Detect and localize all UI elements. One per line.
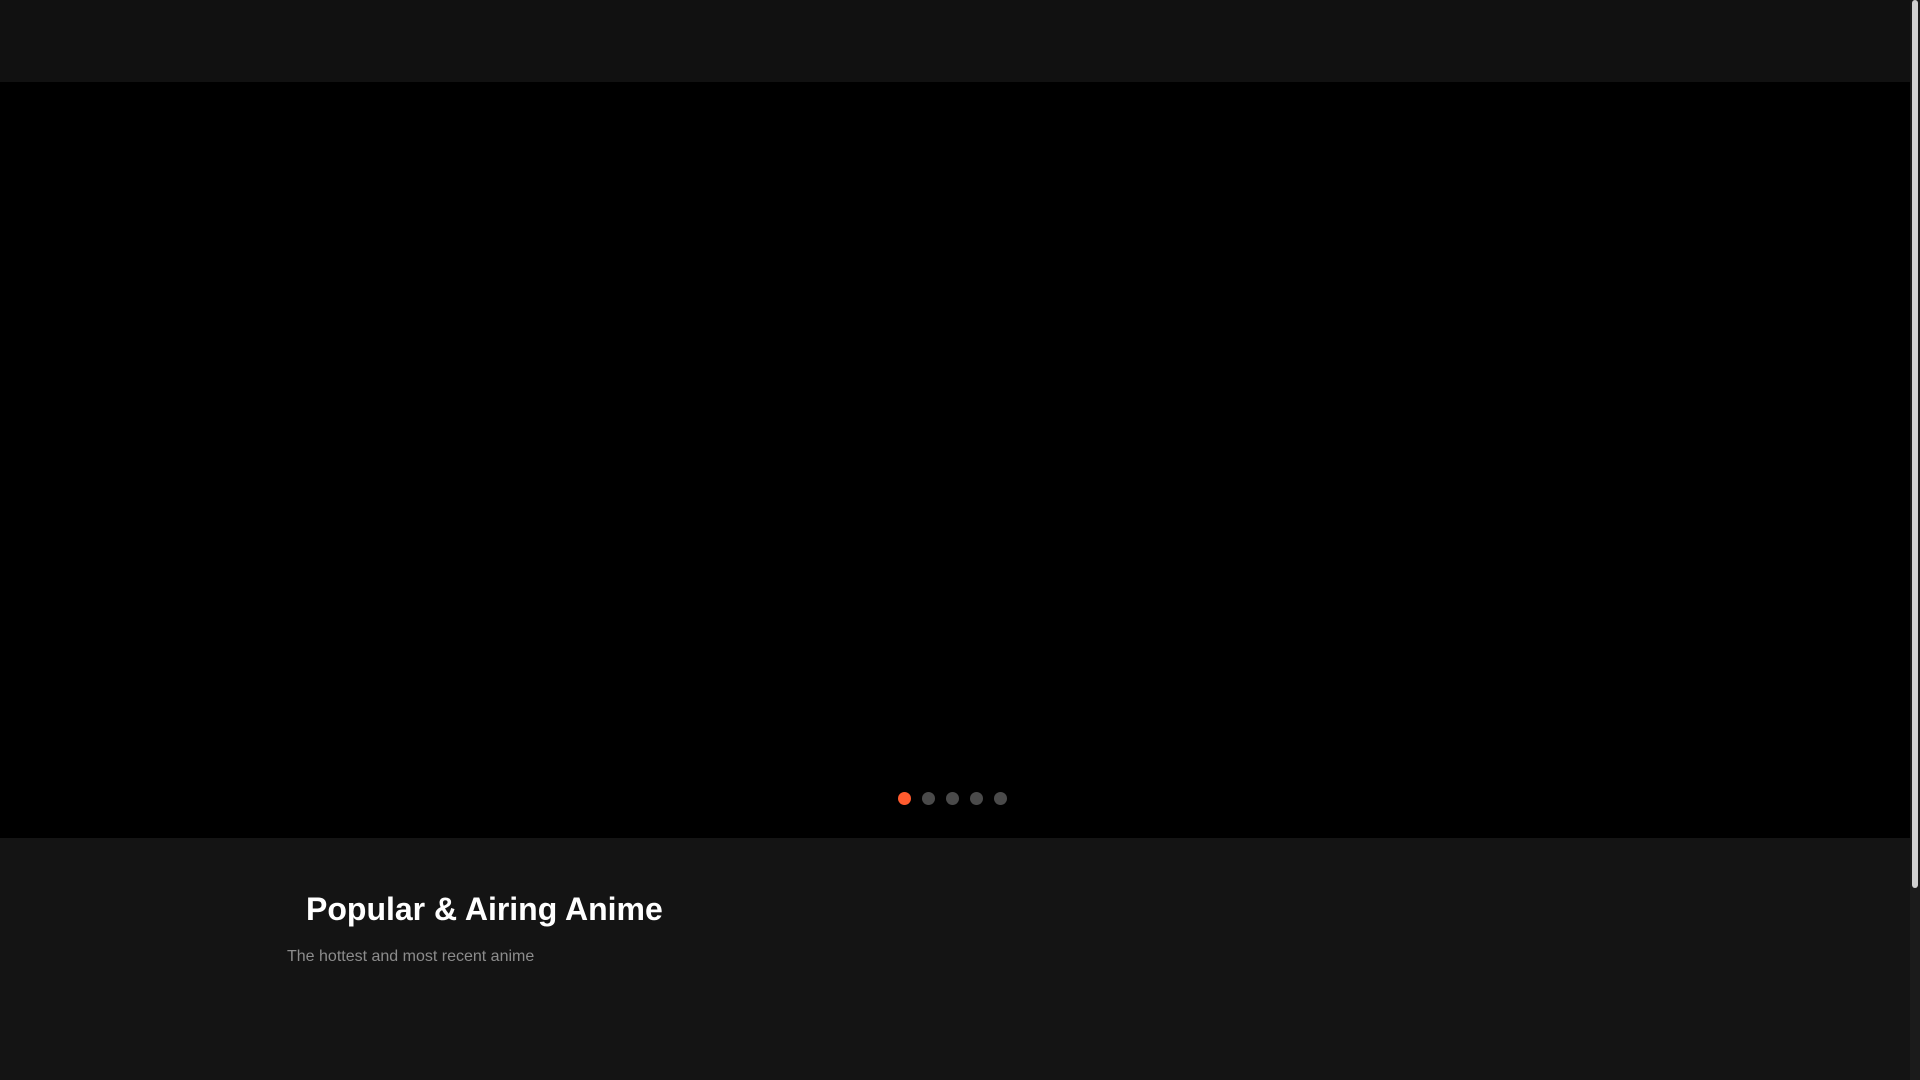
section-title: Popular & Airing Anime bbox=[306, 891, 663, 927]
top-navigation-bar bbox=[0, 0, 1910, 82]
carousel-pagination bbox=[898, 792, 1007, 805]
popular-airing-section: Popular & Airing Anime The hottest and m… bbox=[0, 838, 1910, 1080]
carousel-dot-5[interactable] bbox=[994, 792, 1007, 805]
page: Popular & Airing Anime The hottest and m… bbox=[0, 0, 1920, 1080]
page-scrollbar-thumb[interactable] bbox=[1912, 0, 1918, 888]
carousel-dot-2[interactable] bbox=[922, 792, 935, 805]
section-subtitle: The hottest and most recent anime bbox=[287, 948, 535, 965]
carousel-dot-4[interactable] bbox=[970, 792, 983, 805]
carousel-dot-3[interactable] bbox=[946, 792, 959, 805]
hero-carousel[interactable] bbox=[0, 82, 1910, 838]
carousel-dot-1[interactable] bbox=[898, 792, 911, 805]
page-scrollbar-track[interactable] bbox=[1910, 0, 1920, 1080]
